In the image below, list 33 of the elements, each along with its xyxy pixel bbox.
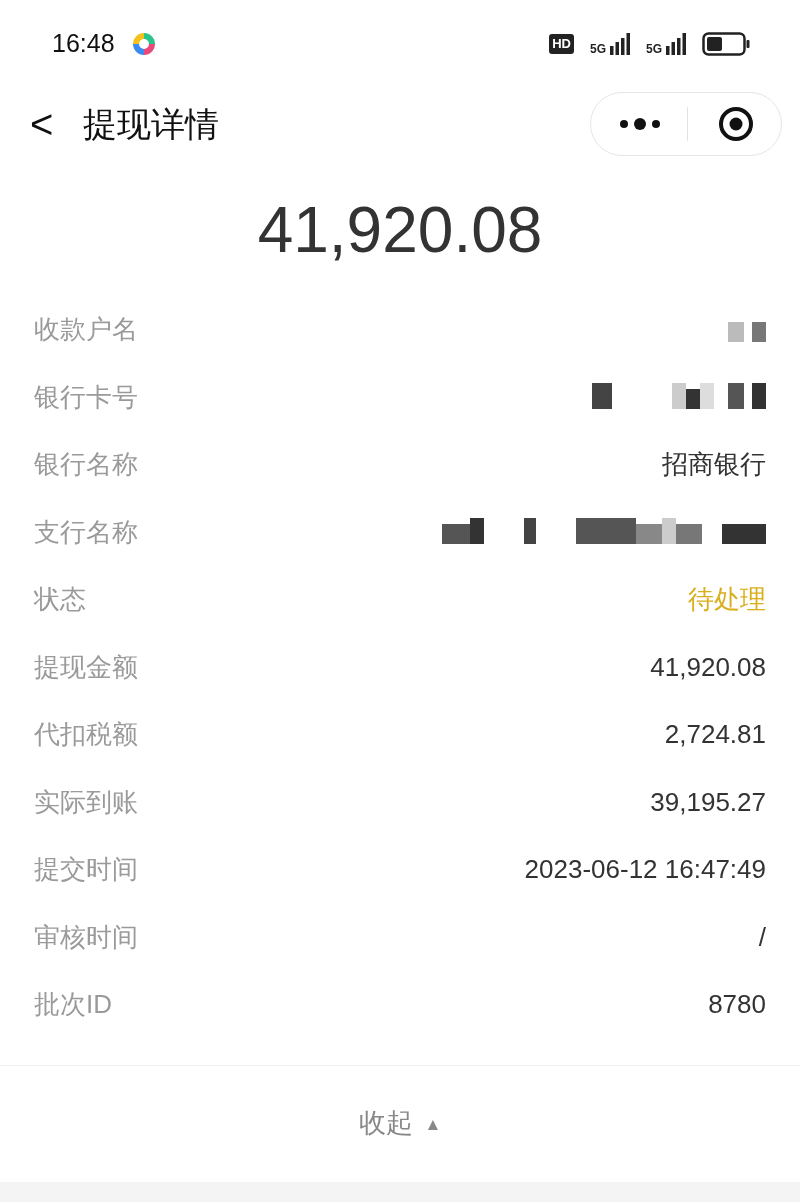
field-value: 41,920.08	[650, 650, 766, 684]
network-label: 5G	[589, 43, 606, 55]
more-icon[interactable]	[619, 117, 661, 131]
signal-icon	[666, 33, 686, 55]
hd-badge: HD	[549, 34, 574, 54]
field-value: 2023-06-12 16:47:49	[524, 853, 766, 887]
signal-icon	[610, 33, 630, 55]
battery-icon	[702, 32, 750, 56]
field-label: 审核时间	[34, 920, 138, 954]
close-target-icon[interactable]	[718, 106, 754, 142]
field-label: 银行卡号	[34, 380, 138, 414]
withdraw-amount: 41,920.08	[256, 193, 544, 268]
collapse-button[interactable]: 收起 ▲	[352, 1102, 448, 1145]
field-label: 提交时间	[34, 853, 138, 887]
field-label: 代扣税额	[34, 718, 138, 752]
field-value: 2,724.81	[664, 718, 766, 752]
field-value: /	[758, 920, 766, 954]
field-value: 39,195.27	[650, 785, 766, 819]
field-label: 状态	[34, 583, 86, 617]
status-time: 16:48	[52, 28, 115, 60]
field-label: 提现金额	[34, 650, 138, 684]
field-label: 实际到账	[34, 785, 138, 819]
field-label: 银行名称	[34, 448, 138, 482]
field-value: 招商银行	[662, 448, 766, 482]
back-button[interactable]: <	[30, 104, 54, 144]
app-logo-icon	[130, 31, 157, 57]
network-label: 5G	[646, 43, 662, 55]
status-value: 待处理	[688, 583, 766, 617]
field-label: 批次ID	[34, 988, 112, 1022]
field-label: 支行名称	[34, 515, 138, 549]
field-value: 8780	[708, 988, 766, 1022]
page-title: 提现详情	[83, 103, 220, 145]
field-label: 收款户名	[34, 313, 138, 347]
